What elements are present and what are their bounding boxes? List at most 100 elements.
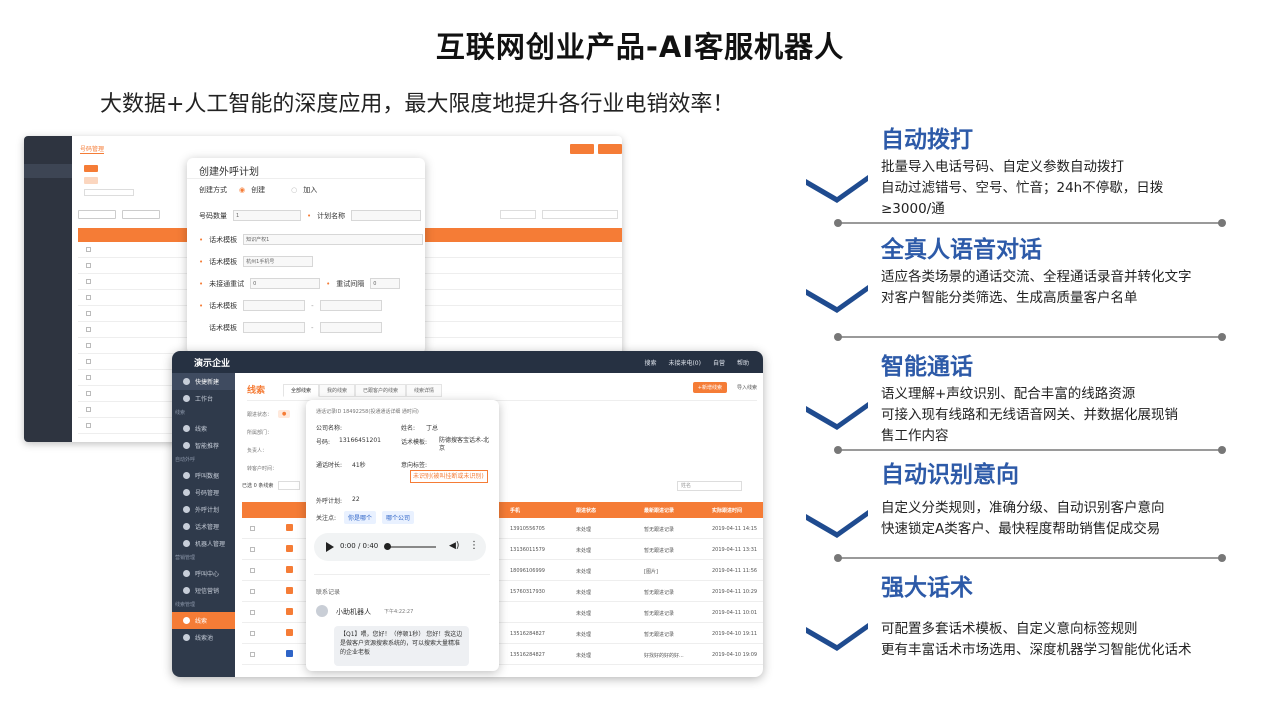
volume-icon[interactable]: ◀) <box>449 541 459 551</box>
sidebar-item-number-mgmt[interactable]: 号码管理 <box>172 484 235 501</box>
sidebar-item-label: 工作台 <box>195 396 214 403</box>
sidebar-item-label: 外呼计划 <box>195 507 220 514</box>
feature-divider <box>834 333 1226 341</box>
top-missed-link[interactable]: 未接来电(0) <box>668 358 701 367</box>
chevron-down-icon <box>806 623 868 651</box>
feature-title: 全真人语音对话 <box>881 237 1042 263</box>
s1-action-button-2[interactable] <box>598 144 622 154</box>
sidebar-item-robot-mgmt[interactable]: 机器人管理 <box>172 535 235 552</box>
sidebar-item-label: 短信营销 <box>195 588 220 595</box>
s1-tab-number-mgmt[interactable]: 号码管理 <box>80 144 105 154</box>
bot-avatar <box>316 605 328 617</box>
sms-template-select[interactable]: 杭州1手机号 <box>243 256 314 267</box>
bulk-action-button[interactable] <box>278 481 301 490</box>
plan-name-input[interactable] <box>351 210 422 221</box>
top-search-link[interactable]: 搜索 <box>644 358 656 367</box>
feature-divider <box>834 554 1226 562</box>
more-icon[interactable]: ⋮ <box>469 540 479 551</box>
sidebar-item-quick-create[interactable]: 快捷新建 <box>172 373 235 390</box>
sidebar-item-lead-pool[interactable]: 线索池 <box>172 629 235 646</box>
play-icon[interactable] <box>326 542 334 552</box>
s1-create-plan-button[interactable] <box>78 209 116 219</box>
cell-time: 2019-04-10 19:09 <box>712 652 758 658</box>
count-input[interactable]: 1 <box>233 210 301 221</box>
s1-filter-chip[interactable] <box>84 164 98 172</box>
template-label: 话术模板: <box>401 439 428 446</box>
sidebar-section-marketing: 营销管理 <box>175 555 196 561</box>
col-status[interactable]: 跟进状态 <box>576 507 596 514</box>
name-label: 姓名: <box>401 425 416 432</box>
mode-join-label[interactable]: 加入 <box>303 185 317 195</box>
audio-player: 0:00 / 0:40 ◀) ⋮ <box>314 533 486 561</box>
template4-label: 话术模板 <box>209 323 237 332</box>
top-self-link[interactable]: 自营 <box>713 358 725 367</box>
tab-followed-leads[interactable]: 已跟客户的线索 <box>355 384 407 397</box>
tab-all-leads[interactable]: 全部线索 <box>283 384 320 397</box>
s1-action-button[interactable] <box>570 144 594 154</box>
sidebar-item-label: 号码管理 <box>195 490 220 497</box>
mode-join-radio[interactable]: ○ <box>291 186 297 194</box>
sidebar-item-leads-top[interactable]: 线索 <box>172 420 235 437</box>
filter-chip[interactable]: ● <box>278 410 291 418</box>
tab-my-leads[interactable]: 我的线索 <box>319 384 356 397</box>
leads-icon <box>183 425 190 432</box>
new-lead-button[interactable]: +新增线索 <box>692 382 727 393</box>
feature-line: 批量导入电话号码、自定义参数自动拨打 <box>881 159 1124 175</box>
tab-lead-detail[interactable]: 线索详情 <box>406 384 443 397</box>
chat-icon <box>183 523 190 530</box>
sidebar-item-leads[interactable]: 线索 <box>172 612 235 629</box>
sidebar-item-call-center[interactable]: 呼叫中心 <box>172 565 235 582</box>
range-dash: - <box>311 301 314 310</box>
import-lead-button[interactable]: 导入线索 <box>737 384 757 391</box>
name-search-input[interactable]: 姓名 <box>677 481 742 491</box>
sidebar-item-label: 线索池 <box>195 635 214 642</box>
script-template-select[interactable]: 知识产权1 <box>243 234 424 245</box>
s2-topnav: 搜索 未接来电(0) 自营 帮助 <box>644 358 749 367</box>
mode-create-label[interactable]: 创建 <box>251 185 265 195</box>
sidebar-item-recommend[interactable]: 智能推荐 <box>172 437 235 454</box>
sidebar-item-workbench[interactable]: 工作台 <box>172 390 235 407</box>
sidebar-item-sms[interactable]: 短信营销 <box>172 582 235 599</box>
unanswered-input[interactable]: 0 <box>250 278 321 289</box>
sidebar-item-script-mgmt[interactable]: 话术管理 <box>172 518 235 535</box>
s1-filter-chip-2[interactable] <box>84 176 98 184</box>
duration-label: 通话时长: <box>316 462 343 469</box>
top-help-link[interactable]: 帮助 <box>737 358 749 367</box>
record-id: 通话记录ID 18492258(投通通话详细 通时间) <box>316 409 419 415</box>
cell-record: 暂无跟进记录 <box>644 548 675 554</box>
template3-label: 话术模板 <box>209 301 238 310</box>
sidebar-item-outbound-plan[interactable]: 外呼计划 <box>172 501 235 518</box>
template3-input-2[interactable] <box>319 300 382 311</box>
required-mark: • <box>199 301 204 310</box>
sidebar-item-call-data[interactable]: 呼叫数据 <box>172 467 235 484</box>
modal-title: 创建外呼计划 <box>199 167 259 178</box>
s1-select[interactable] <box>500 209 536 219</box>
unanswered-label: 未接通重试 <box>209 279 245 288</box>
col-time[interactable]: 实际跟进时间 <box>712 507 742 514</box>
cell-record: [图片] <box>644 569 658 575</box>
feature-line: 可配置多套话术模板、自定义意向标签规则 <box>881 621 1138 637</box>
template4-input[interactable] <box>243 322 305 333</box>
feature-line: 快速锁定A类客户、最快程度帮助销售促成交易 <box>881 521 1161 537</box>
template3-input[interactable] <box>243 300 306 311</box>
interval-input[interactable]: 0 <box>370 278 401 289</box>
mode-create-radio[interactable]: ◉ <box>239 186 245 194</box>
cell-time: 2019-04-11 10:01 <box>712 610 758 616</box>
chevron-down-icon <box>806 175 868 203</box>
page-title: 互联网创业产品-AI客服机器人 <box>435 30 845 64</box>
s1-search-input[interactable] <box>542 209 618 219</box>
required-mark: • <box>199 257 204 266</box>
chevron-down-icon <box>806 510 868 538</box>
s2-page-title: 线索 <box>247 386 266 396</box>
s1-filter-box[interactable] <box>84 188 134 196</box>
col-phone[interactable]: 手机 <box>510 507 520 514</box>
audio-progress-knob[interactable] <box>384 543 391 550</box>
col-record[interactable]: 最新跟进记录 <box>644 507 674 514</box>
cell-status: 未处理 <box>576 611 592 617</box>
feature-line: 可接入现有线路和无线语音网关、并数据化展现销 <box>881 407 1178 423</box>
audio-progress[interactable] <box>386 546 436 548</box>
page-subtitle: 大数据+人工智能的深度应用，最大限度地提升各行业电销效率！ <box>100 92 735 117</box>
template4-input-2[interactable] <box>319 322 382 333</box>
s1-delete-button[interactable] <box>122 209 160 219</box>
cell-record: 暂无跟进记录 <box>644 632 675 638</box>
